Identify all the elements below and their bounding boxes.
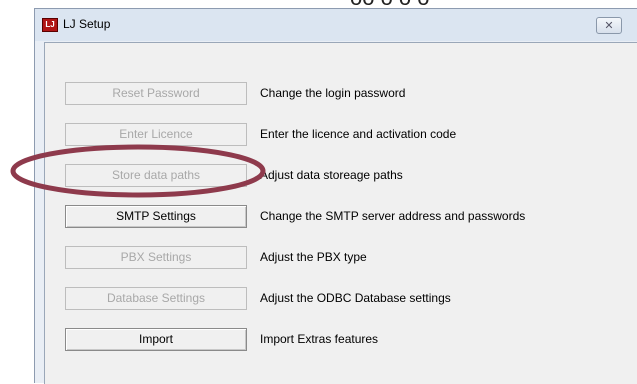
enter-licence-button[interactable]: Enter Licence	[65, 123, 247, 146]
reset-password-button[interactable]: Reset Password	[65, 82, 247, 105]
import-button[interactable]: Import	[65, 328, 247, 351]
database-settings-description: Adjust the ODBC Database settings	[260, 291, 451, 305]
close-button[interactable]: ✕	[596, 17, 622, 34]
client-area: Reset Password Change the login password…	[44, 42, 637, 384]
pbx-settings-button[interactable]: PBX Settings	[65, 246, 247, 269]
database-settings-button[interactable]: Database Settings	[65, 287, 247, 310]
pbx-settings-description: Adjust the PBX type	[260, 250, 367, 264]
import-description: Import Extras features	[260, 332, 379, 346]
window-title: LJ Setup	[63, 17, 111, 31]
reset-password-description: Change the login password	[260, 86, 406, 100]
title-bar: LJ LJ Setup ✕	[35, 9, 637, 41]
store-data-paths-description: Adjust data storeage paths	[260, 168, 403, 182]
enter-licence-description: Enter the licence and activation code	[260, 127, 457, 141]
smtp-settings-button[interactable]: SMTP Settings	[65, 205, 247, 228]
smtp-settings-description: Change the SMTP server address and passw…	[260, 209, 526, 223]
app-icon: LJ	[42, 18, 58, 32]
store-data-paths-button[interactable]: Store data paths	[65, 164, 247, 187]
setup-window: LJ LJ Setup ✕ Reset Password Change the …	[34, 8, 637, 384]
